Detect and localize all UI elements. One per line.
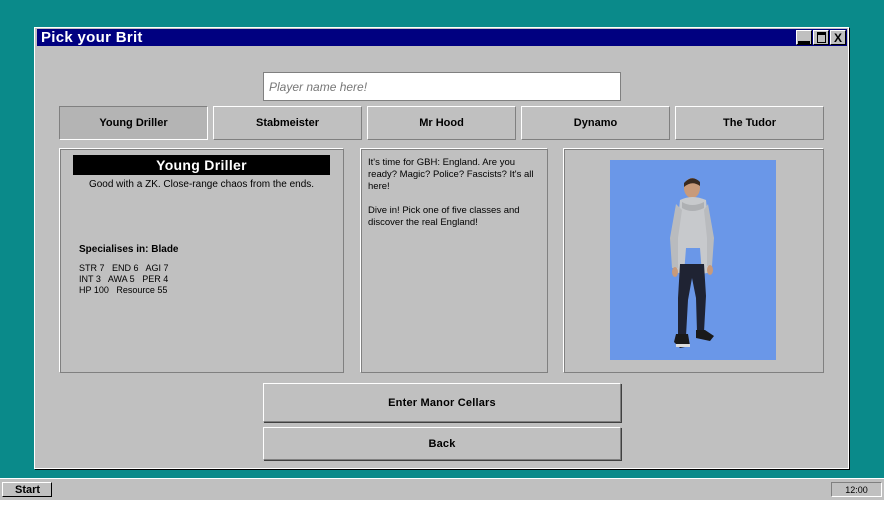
screen-bottom-edge <box>0 500 884 505</box>
class-tabs: Young Driller Stabmeister Mr Hood Dynamo… <box>59 106 824 141</box>
taskbar-clock: 12:00 <box>831 482 882 497</box>
start-button[interactable]: Start <box>2 482 52 497</box>
close-icon: X <box>833 30 842 45</box>
character-portrait <box>610 160 776 360</box>
enter-manor-cellars-button[interactable]: Enter Manor Cellars <box>263 383 621 422</box>
class-stats: STR 7 END 6 AGI 7 INT 3 AWA 5 PER 4 HP 1… <box>79 263 169 296</box>
stats-line: HP 100 Resource 55 <box>79 285 168 295</box>
tab-young-driller[interactable]: Young Driller <box>59 106 208 140</box>
character-figure-icon <box>670 178 714 348</box>
class-info-panel: Young Driller Good with a ZK. Close-rang… <box>59 148 344 373</box>
tab-the-tudor[interactable]: The Tudor <box>675 106 824 140</box>
tab-mr-hood[interactable]: Mr Hood <box>367 106 516 140</box>
close-button[interactable]: X <box>830 30 846 45</box>
tab-stabmeister[interactable]: Stabmeister <box>213 106 362 140</box>
minimize-button[interactable] <box>796 30 812 45</box>
class-specialisation: Specialises in: Blade <box>79 244 179 255</box>
maximize-icon <box>816 32 826 43</box>
character-select-window: Pick your Brit X Young Driller Stabmeist… <box>34 27 849 469</box>
player-name-input[interactable] <box>263 72 621 101</box>
minimize-icon <box>798 32 810 44</box>
game-description-panel: It's time for GBH: England. Are you read… <box>360 148 548 373</box>
title-bar[interactable]: Pick your Brit X <box>37 29 847 46</box>
title-buttons: X <box>796 30 847 45</box>
class-name-heading: Young Driller <box>73 155 330 175</box>
class-tagline: Good with a ZK. Close-range chaos from t… <box>88 179 315 190</box>
back-button[interactable]: Back <box>263 427 621 460</box>
description-paragraph: It's time for GBH: England. Are you read… <box>368 157 534 192</box>
character-portrait-panel <box>563 148 824 373</box>
stats-line: STR 7 END 6 AGI 7 <box>79 263 169 273</box>
description-paragraph: Dive in! Pick one of five classes and di… <box>368 205 520 228</box>
window-title: Pick your Brit <box>41 29 143 46</box>
tab-dynamo[interactable]: Dynamo <box>521 106 670 140</box>
stats-line: INT 3 AWA 5 PER 4 <box>79 274 169 284</box>
taskbar: Start 12:00 <box>0 478 884 500</box>
description-text: It's time for GBH: England. Are you read… <box>368 157 540 241</box>
maximize-button[interactable] <box>813 30 829 45</box>
